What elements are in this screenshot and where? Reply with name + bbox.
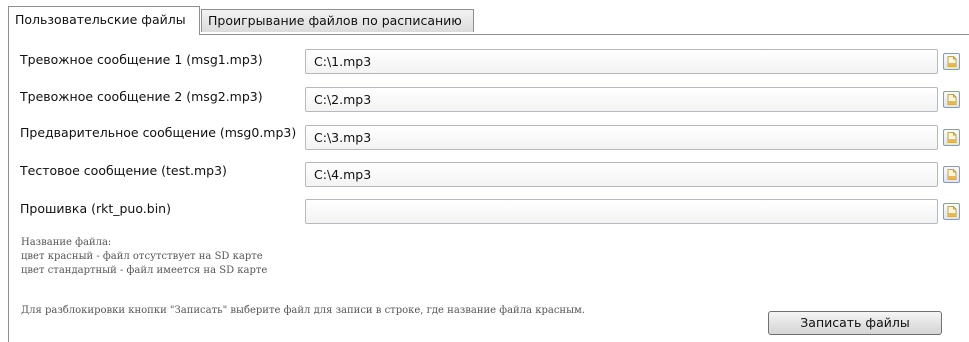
open-file-icon [947, 132, 957, 143]
path-field-msg1[interactable]: C:\1.mp3 [305, 49, 938, 74]
browse-button-msg1[interactable] [943, 53, 960, 70]
legend-standard: цвет стандартный - файл имеется на SD ка… [21, 265, 268, 276]
path-field-msg2[interactable]: C:\2.mp3 [305, 87, 938, 112]
tab-user-files[interactable]: Пользовательские файлы [8, 6, 200, 35]
path-field-test[interactable]: C:\4.mp3 [305, 162, 938, 187]
legend-title: Название файла: [21, 237, 112, 248]
open-file-icon [947, 94, 957, 105]
path-field-firmware[interactable] [305, 199, 938, 224]
legend-red: цвет красный - файл отсутствует на SD ка… [21, 251, 263, 262]
browse-button-test[interactable] [943, 166, 960, 183]
write-files-button[interactable]: Записать файлы [768, 311, 942, 335]
open-file-icon [947, 206, 957, 217]
row-label-firmware: Прошивка (rkt_puo.bin) [20, 201, 171, 216]
browse-button-firmware[interactable] [943, 203, 960, 220]
browse-button-msg0[interactable] [943, 129, 960, 146]
unlock-hint: Для разблокировки кнопки "Записать" выбе… [21, 305, 585, 316]
path-field-msg0[interactable]: C:\3.mp3 [305, 125, 938, 150]
row-label-msg0: Предварительное сообщение (msg0.mp3) [20, 125, 297, 140]
row-label-msg1: Тревожное сообщение 1 (msg1.mp3) [20, 52, 263, 67]
row-label-msg2: Тревожное сообщение 2 (msg2.mp3) [20, 89, 263, 104]
browse-button-msg2[interactable] [943, 91, 960, 108]
tab-schedule-playback[interactable]: Проигрывание файлов по расписанию [201, 9, 474, 32]
user-files-panel: Тревожное сообщение 1 (msg1.mp3) C:\1.mp… [8, 34, 969, 342]
row-label-test: Тестовое сообщение (test.mp3) [20, 163, 227, 178]
open-file-icon [947, 56, 957, 67]
open-file-icon [947, 169, 957, 180]
